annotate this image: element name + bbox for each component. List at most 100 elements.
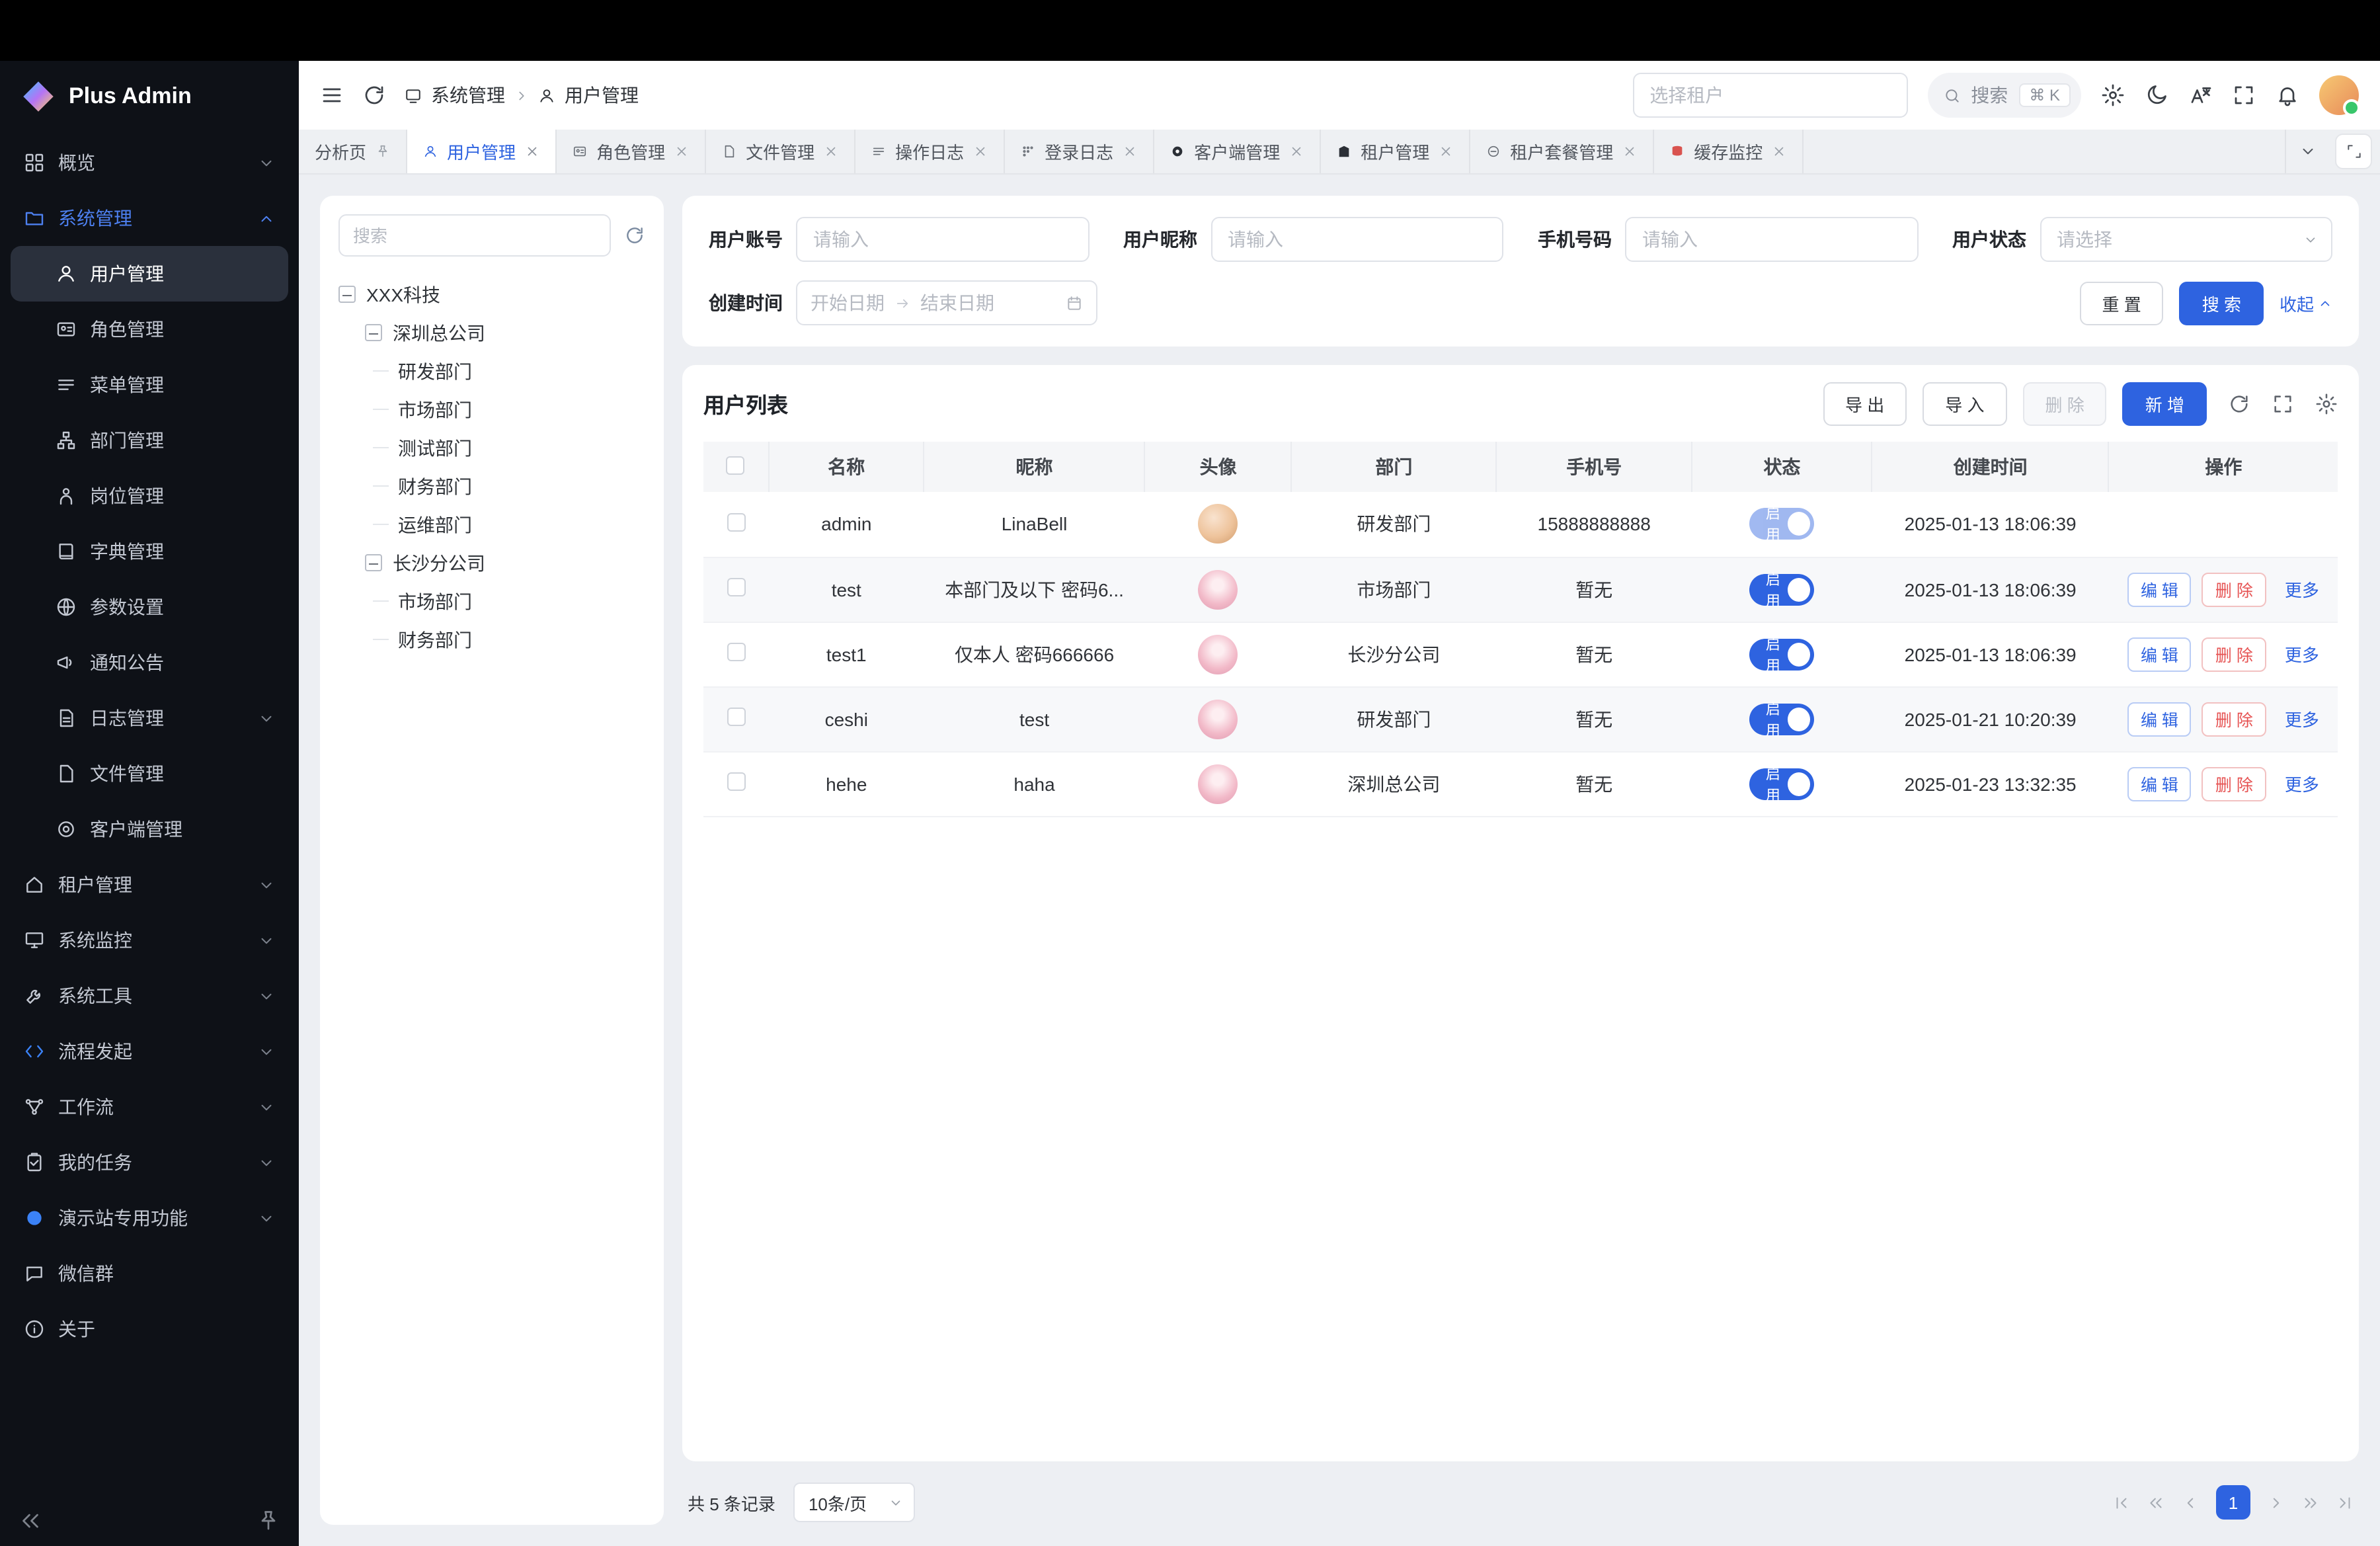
tab-cache-monitor[interactable]: 缓存监控 <box>1654 130 1804 173</box>
sidebar-item-tools[interactable]: 系统工具 <box>11 968 288 1024</box>
table-row[interactable]: admin LinaBell 研发部门 15888888888 启用 2025-… <box>703 492 2338 557</box>
export-button[interactable]: 导 出 <box>1823 382 1907 425</box>
table-row[interactable]: hehe haha 深圳总公司 暂无 启用 2025-01-23 13:32:3… <box>703 751 2338 816</box>
settings-button[interactable] <box>2101 83 2125 107</box>
prev-page-button[interactable] <box>2182 1494 2199 1511</box>
tree-leaf[interactable]: 研发部门 <box>373 352 645 390</box>
more-link[interactable]: 更多 <box>2285 706 2319 731</box>
tree-search-input[interactable] <box>338 214 611 257</box>
delete-row-button[interactable]: 删 除 <box>2202 766 2266 801</box>
close-icon[interactable] <box>1622 144 1637 159</box>
tab-tenant-management[interactable]: 租户管理 <box>1321 130 1470 173</box>
tree-collapse-icon[interactable] <box>365 554 382 571</box>
tree-node-root[interactable]: XXX科技 <box>338 275 645 313</box>
edit-button[interactable]: 编 辑 <box>2127 702 2192 736</box>
close-icon[interactable] <box>1123 144 1137 159</box>
close-icon[interactable] <box>973 144 988 159</box>
user-avatar[interactable] <box>2319 75 2359 115</box>
sidebar-item-roles[interactable]: 角色管理 <box>11 302 288 357</box>
sidebar-item-notices[interactable]: 通知公告 <box>11 635 288 690</box>
sidebar-item-tenants[interactable]: 租户管理 <box>11 857 288 913</box>
tab-user-management[interactable]: 用户管理 <box>407 130 557 173</box>
account-input[interactable] <box>796 217 1089 262</box>
select-all-checkbox[interactable] <box>727 456 745 474</box>
first-page-button[interactable] <box>2113 1494 2130 1511</box>
sidebar-item-parameters[interactable]: 参数设置 <box>11 579 288 635</box>
collapse-filters-link[interactable]: 收起 <box>2280 290 2332 315</box>
tab-file-management[interactable]: 文件管理 <box>706 130 855 173</box>
row-checkbox[interactable] <box>727 708 745 726</box>
close-icon[interactable] <box>525 144 539 159</box>
tab-operation-log[interactable]: 操作日志 <box>855 130 1005 173</box>
tab-analysis[interactable]: 分析页 <box>299 130 407 173</box>
status-toggle[interactable]: 启用 <box>1749 573 1814 605</box>
sidebar-item-posts[interactable]: 岗位管理 <box>11 468 288 524</box>
sidebar-item-system[interactable]: 系统管理 <box>11 190 288 246</box>
nickname-input[interactable] <box>1210 217 1503 262</box>
status-toggle[interactable]: 启用 <box>1749 638 1814 670</box>
more-link[interactable]: 更多 <box>2285 641 2319 667</box>
edit-button[interactable]: 编 辑 <box>2127 766 2192 801</box>
table-row[interactable]: test1 仅本人 密码666666 长沙分公司 暂无 启用 2025-01-1… <box>703 622 2338 686</box>
forward-5-pages-button[interactable] <box>2302 1494 2319 1511</box>
reset-button[interactable]: 重 置 <box>2079 281 2163 325</box>
status-toggle[interactable]: 启用 <box>1749 768 1814 799</box>
collapse-sidebar-button[interactable] <box>19 1509 42 1533</box>
tab-tenant-package-management[interactable]: 租户套餐管理 <box>1470 130 1654 173</box>
fullscreen-button[interactable] <box>2232 83 2256 107</box>
notifications-button[interactable] <box>2276 83 2299 107</box>
refresh-page-button[interactable] <box>362 83 386 107</box>
last-page-button[interactable] <box>2336 1494 2354 1511</box>
sidebar-item-my-tasks[interactable]: 我的任务 <box>11 1135 288 1190</box>
row-checkbox[interactable] <box>727 772 745 791</box>
close-icon[interactable] <box>1289 144 1304 159</box>
sidebar-item-users[interactable]: 用户管理 <box>11 246 288 302</box>
tree-refresh-button[interactable] <box>624 225 645 246</box>
close-icon[interactable] <box>674 144 689 159</box>
table-settings-button[interactable] <box>2315 392 2338 415</box>
next-page-button[interactable] <box>2268 1494 2285 1511</box>
sidebar-item-files[interactable]: 文件管理 <box>11 746 288 801</box>
add-button[interactable]: 新 增 <box>2123 382 2207 425</box>
tree-collapse-icon[interactable] <box>338 286 356 303</box>
delete-button[interactable]: 删 除 <box>2023 382 2107 425</box>
row-checkbox[interactable] <box>727 513 745 532</box>
tenant-select-input[interactable] <box>1632 73 1907 118</box>
tree-leaf[interactable]: 市场部门 <box>373 582 645 620</box>
date-range-picker[interactable]: 开始日期 结束日期 <box>796 280 1097 325</box>
sidebar-item-clients[interactable]: 客户端管理 <box>11 801 288 857</box>
tab-role-management[interactable]: 角色管理 <box>557 130 706 173</box>
sidebar-item-demo-features[interactable]: 演示站专用功能 <box>11 1190 288 1246</box>
sidebar-item-departments[interactable]: 部门管理 <box>11 413 288 468</box>
more-link[interactable]: 更多 <box>2285 771 2319 796</box>
global-search-button[interactable]: 搜索 ⌘ K <box>1927 73 2081 118</box>
current-page-button[interactable]: 1 <box>2216 1485 2250 1520</box>
edit-button[interactable]: 编 辑 <box>2127 637 2192 671</box>
search-button[interactable]: 搜 索 <box>2180 281 2264 325</box>
table-row[interactable]: ceshi test 研发部门 暂无 启用 2025-01-21 10:20:3… <box>703 686 2338 751</box>
sidebar-item-process[interactable]: 流程发起 <box>11 1024 288 1079</box>
language-button[interactable] <box>2188 83 2212 107</box>
tabs-dropdown-button[interactable] <box>2285 130 2330 173</box>
tree-leaf[interactable]: 财务部门 <box>373 620 645 659</box>
tree-node-branch[interactable]: 深圳总公司 <box>346 313 645 352</box>
sidebar-item-menus[interactable]: 菜单管理 <box>11 357 288 413</box>
back-5-pages-button[interactable] <box>2147 1494 2164 1511</box>
delete-row-button[interactable]: 删 除 <box>2202 637 2266 671</box>
close-icon[interactable] <box>1439 144 1453 159</box>
sidebar-item-workflow[interactable]: 工作流 <box>11 1079 288 1135</box>
breadcrumb-item[interactable]: 系统管理 <box>431 82 505 108</box>
content-fullscreen-button[interactable] <box>2335 134 2372 169</box>
status-toggle[interactable]: 启用 <box>1749 703 1814 735</box>
close-icon[interactable] <box>824 144 838 159</box>
sidebar-item-wechat-group[interactable]: 微信群 <box>11 1246 288 1301</box>
tab-login-log[interactable]: 登录日志 <box>1005 130 1154 173</box>
sidebar-item-overview[interactable]: 概览 <box>11 135 288 190</box>
import-button[interactable]: 导 入 <box>1923 382 2006 425</box>
tree-leaf[interactable]: 测试部门 <box>373 428 645 467</box>
sidebar-item-about[interactable]: 关于 <box>11 1301 288 1357</box>
page-size-select[interactable]: 10条/页 <box>794 1483 916 1522</box>
more-link[interactable]: 更多 <box>2285 577 2319 602</box>
row-checkbox[interactable] <box>727 643 745 661</box>
status-select[interactable]: 请选择 <box>2040 217 2332 262</box>
